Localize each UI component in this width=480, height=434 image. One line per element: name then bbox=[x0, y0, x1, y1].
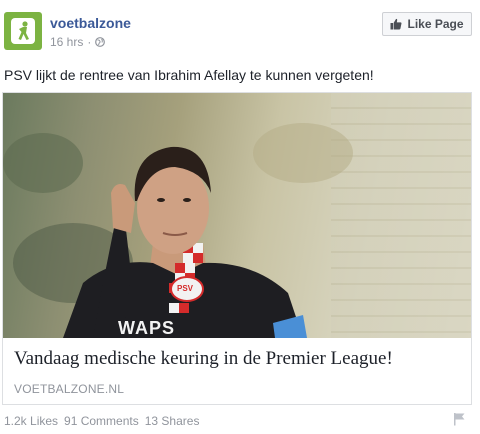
facebook-post: voetbalzone 16 hrs · Like Page PSV lijkt… bbox=[0, 0, 480, 434]
likes-count[interactable]: 1.2k Likes bbox=[4, 414, 58, 428]
page-avatar[interactable] bbox=[4, 12, 42, 50]
post-stats: 1.2k Likes 91 Comments 13 Shares bbox=[4, 414, 199, 428]
post-meta: 16 hrs · bbox=[50, 35, 106, 49]
jersey-crest-text: PSV bbox=[177, 284, 194, 293]
thumbs-up-icon bbox=[390, 18, 402, 30]
meta-separator: · bbox=[87, 35, 92, 49]
link-domain: VOETBALZONE.NL bbox=[14, 382, 125, 396]
flag-icon[interactable] bbox=[452, 412, 466, 426]
post-message: PSV lijkt de rentree van Ibrahim Afellay… bbox=[4, 67, 374, 83]
like-page-button[interactable]: Like Page bbox=[382, 12, 472, 36]
jersey-sponsor-text: WAPS bbox=[118, 318, 176, 338]
player-silhouette-icon bbox=[18, 21, 29, 40]
football-player-photo bbox=[3, 123, 353, 338]
page-name-link[interactable]: voetbalzone bbox=[50, 15, 131, 31]
comments-count[interactable]: 91 Comments bbox=[64, 414, 139, 428]
shares-count[interactable]: 13 Shares bbox=[145, 414, 200, 428]
post-timestamp[interactable]: 16 hrs bbox=[50, 35, 83, 49]
link-preview-card[interactable]: WAPS PSV Vandaag medische keuring in de … bbox=[2, 92, 472, 405]
like-page-label: Like Page bbox=[407, 17, 464, 31]
link-preview-image[interactable]: WAPS PSV bbox=[3, 93, 471, 338]
link-title[interactable]: Vandaag medische keuring in de Premier L… bbox=[14, 348, 462, 370]
globe-icon[interactable] bbox=[95, 37, 106, 47]
